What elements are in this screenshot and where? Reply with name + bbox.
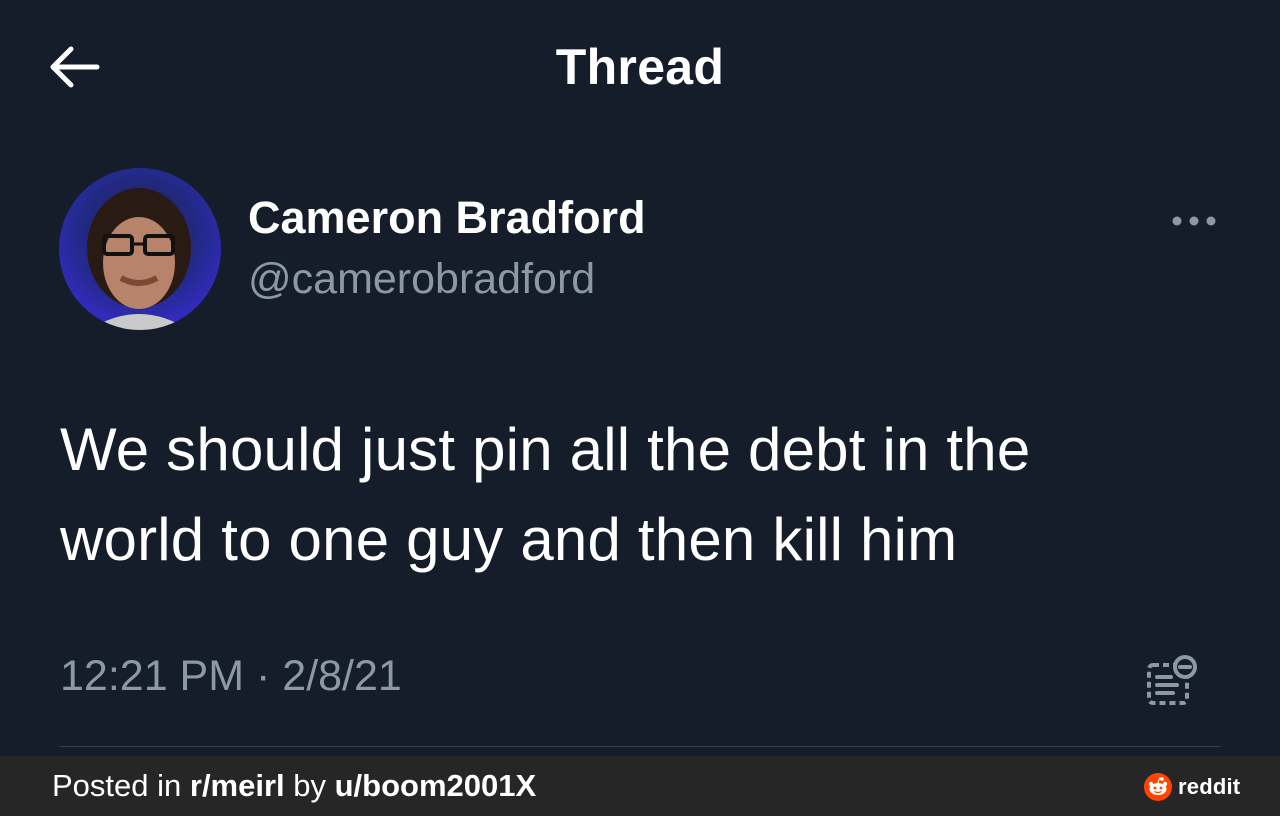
reddit-footer: Posted in r/meirl by u/boom2001X reddit	[0, 756, 1280, 816]
page-title: Thread	[555, 39, 725, 95]
more-horizontal-icon	[1172, 216, 1216, 226]
reddit-wordmark: reddit	[1178, 774, 1241, 799]
by-label: by	[284, 768, 335, 803]
reddit-icon	[1144, 773, 1172, 801]
divider	[60, 746, 1220, 747]
reddit-logo: reddit	[1144, 772, 1240, 802]
more-options-button[interactable]	[1166, 205, 1222, 237]
author-handle[interactable]: @camerobradford	[248, 255, 595, 304]
tweet-text-line: world to one guy and then kill him	[60, 506, 958, 573]
view-activity-button[interactable]	[1140, 650, 1202, 712]
author-name[interactable]: Cameron Bradford	[248, 192, 646, 244]
view-activity-icon	[1147, 655, 1197, 705]
avatar[interactable]	[59, 168, 221, 330]
top-bar: Thread	[0, 0, 1280, 135]
tweet-date: 2/8/21	[282, 652, 402, 700]
tweet-timestamp[interactable]: 12:21 PM · 2/8/21	[60, 652, 402, 701]
subreddit-link[interactable]: r/meirl	[190, 768, 285, 803]
tweet-time: 12:21 PM	[60, 652, 245, 700]
posted-in-label: Posted in	[52, 768, 190, 803]
timestamp-separator: ·	[244, 652, 283, 700]
post-attribution: Posted in r/meirl by u/boom2001X	[52, 768, 536, 804]
user-link[interactable]: u/boom2001X	[335, 768, 537, 803]
tweet-text: We should just pin all the debt in the w…	[60, 405, 1200, 585]
tweet-text-line: We should just pin all the debt in the	[60, 416, 1031, 483]
